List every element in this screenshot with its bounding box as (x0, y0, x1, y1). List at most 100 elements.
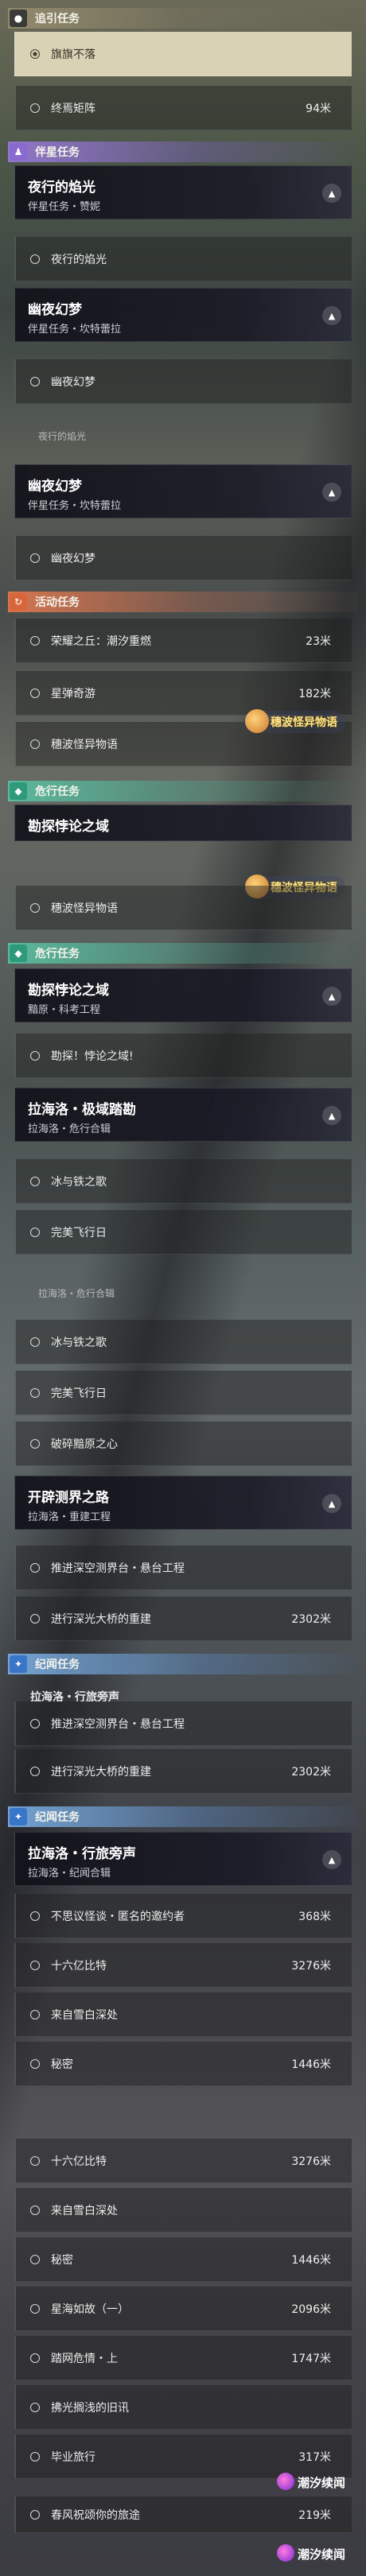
objective-text: 荣耀之丘：潮汐重燃 (51, 634, 151, 648)
objective-row[interactable]: 完美飞行日 (14, 1371, 352, 1415)
objective-row[interactable]: 幽夜幻梦 (14, 536, 352, 580)
objective-row[interactable]: 不思议怪谈・匿名的邀约者 368米 (14, 1894, 352, 1938)
task-subtitle: 黯原・科考工程 (28, 1004, 101, 1016)
radio-circle-icon (30, 739, 40, 749)
objective-row[interactable]: 星弹奇游 182米 (14, 671, 352, 716)
objective-row[interactable]: 幽夜幻梦 (14, 359, 352, 404)
task-card[interactable]: 开辟测界之路 拉海洛・重建工程 ▲ (14, 1476, 352, 1530)
task-card[interactable]: 勘探悖论之域 黯原・科考工程 ▲ (14, 968, 352, 1022)
objective-row[interactable]: 穗波怪异物语 (14, 886, 352, 930)
objective-row[interactable]: 秘密 1446米 (14, 2042, 352, 2086)
task-subtitle: 拉海洛・危行合辑 (28, 1123, 111, 1135)
task-title: 拉海洛・行旅旁声 (28, 1846, 136, 1862)
radio-circle-icon (30, 2254, 40, 2264)
objective-row[interactable]: 进行深光大桥的重建 2302米 (14, 1596, 352, 1641)
category-header-risk[interactable]: ◆ 危行任务 (8, 781, 358, 801)
objective-text: 穗波怪异物语 (51, 738, 118, 751)
objective-row[interactable]: 来自雪白深处 (14, 1992, 352, 2037)
objective-text: 进行深光大桥的重建 (51, 1612, 151, 1626)
chevron-up-icon[interactable]: ▲ (322, 483, 341, 502)
task-subtitle: 拉海洛・重建工程 (28, 1511, 111, 1523)
objective-text: 毕业旅行 (51, 2450, 95, 2464)
objective-text: 来自雪白深处 (51, 2008, 118, 2022)
chevron-up-icon[interactable]: ▲ (322, 1850, 341, 1869)
objective-row[interactable]: 星海如故（一） 2096米 (14, 2287, 352, 2331)
category-header-event[interactable]: ↻ 活动任务 (8, 592, 358, 612)
category-header-risk[interactable]: ◆ 危行任务 (8, 943, 358, 964)
task-card[interactable]: 勘探悖论之域 (14, 805, 352, 841)
task-card[interactable]: 拉海洛・行旅旁声 拉海洛・纪闻合辑 ▲ (14, 1832, 352, 1886)
objective-row[interactable]: 破碎黯原之心 (14, 1422, 352, 1466)
category-label: 追引任务 (35, 13, 80, 25)
objective-row[interactable]: 踏网危情・上 1747米 (14, 2336, 352, 2380)
objective-row[interactable]: 十六亿比特 3276米 (14, 2139, 352, 2183)
chevron-up-icon[interactable]: ▲ (322, 184, 341, 203)
objective-row[interactable]: 推进深空测界台・悬台工程 (14, 1701, 352, 1746)
objective-row[interactable]: 冰与铁之歌 (14, 1320, 352, 1364)
watermark-text: 穗波怪异物语 (271, 716, 337, 729)
objective-row[interactable]: 勘探！悖论之域! (14, 1034, 352, 1078)
task-title: 幽夜幻梦 (28, 302, 82, 318)
chevron-up-icon[interactable]: ▲ (322, 987, 341, 1006)
chevron-up-icon[interactable]: ▲ (322, 1494, 341, 1513)
person-icon: ♟ (10, 143, 27, 161)
objective-row[interactable]: 荣耀之丘：潮汐重燃 23米 (14, 619, 352, 663)
objective-text: 星海如故（一） (51, 2302, 129, 2316)
task-card[interactable]: 幽夜幻梦 伴星任务・坎特蕾拉 ▲ (14, 288, 352, 342)
radio-circle-icon (30, 1438, 40, 1449)
radio-circle-icon (30, 1050, 40, 1061)
objective-row[interactable]: 进行深光大桥的重建 2302米 (14, 1749, 352, 1794)
objective-distance: 2096米 (291, 2302, 331, 2316)
objective-text: 完美飞行日 (51, 1226, 107, 1240)
category-header-companion[interactable]: ♟ 伴星任务 (8, 142, 358, 162)
objective-row[interactable]: 春风祝颂你的旅途 219米 (14, 2496, 352, 2533)
objective-text: 完美飞行日 (51, 1387, 107, 1400)
objective-row[interactable]: 冰与铁之歌 (14, 1159, 352, 1204)
objective-text: 进行深光大桥的重建 (51, 1765, 151, 1779)
objective-distance: 2302米 (291, 1612, 331, 1626)
category-header-chronicle[interactable]: ✦ 纪闻任务 (8, 1806, 358, 1827)
location-pin-icon: ● (10, 10, 27, 27)
chevron-up-icon[interactable]: ▲ (322, 1106, 341, 1125)
task-title: 开辟测界之路 (28, 1490, 109, 1506)
quest-tracker-long-screenshot: ● 追引任务 旗旗不落 终焉矩阵 94米 ♟ 伴星任务 夜行的焰光 伴星任务・赞… (0, 0, 366, 2576)
task-card[interactable]: 夜行的焰光 伴星任务・赞妮 ▲ (14, 165, 352, 219)
objective-text: 夜行的焰光 (51, 253, 107, 266)
objective-row[interactable]: 推进深空测界台・悬台工程 (14, 1546, 352, 1590)
objective-row[interactable]: 秘密 1446米 (14, 2237, 352, 2282)
objective-text: 十六亿比特 (51, 1959, 107, 1973)
task-card[interactable]: 拉海洛・极域踏勘 拉海洛・危行合辑 ▲ (14, 1088, 352, 1142)
radio-circle-icon (30, 2353, 40, 2363)
objective-row[interactable]: 夜行的焰光 (14, 237, 352, 281)
radio-circle-icon (30, 2303, 40, 2314)
objective-row[interactable]: 来自雪白深处 (14, 2188, 352, 2233)
category-header-guide[interactable]: ● 追引任务 (8, 8, 358, 29)
objective-text: 冰与铁之歌 (51, 1336, 107, 1349)
objective-text: 推进深空测界台・悬台工程 (51, 1562, 185, 1575)
radio-circle-icon (30, 48, 40, 59)
mascot-icon (245, 709, 269, 733)
objective-distance: 317米 (298, 2450, 331, 2464)
radio-circle-icon (30, 2058, 40, 2069)
task-subtitle: 拉海洛・纪闻合辑 (28, 1868, 111, 1880)
objective-text: 不思议怪谈・匿名的邀约者 (51, 1910, 185, 1923)
objective-text: 终焉矩阵 (51, 102, 95, 115)
radio-circle-icon (30, 1387, 40, 1398)
objective-row[interactable]: 终焉矩阵 94米 (14, 86, 352, 130)
task-subtitle: 伴星任务・坎特蕾拉 (28, 324, 122, 336)
objective-row[interactable]: 拂光搁浅的旧讯 (14, 2385, 352, 2430)
objective-row[interactable]: 完美飞行日 (14, 1210, 352, 1255)
chevron-up-icon[interactable]: ▲ (322, 306, 341, 325)
radio-circle-icon (30, 1613, 40, 1624)
objective-row[interactable]: 旗旗不落 (14, 32, 352, 76)
objective-distance: 1747米 (291, 2352, 331, 2365)
task-subtitle: 伴星任务・坎特蕾拉 (28, 500, 122, 512)
event-watermark-badge: 穗波怪异物语 (243, 709, 345, 733)
radio-circle-icon (30, 2451, 40, 2462)
radio-circle-icon (30, 1766, 40, 1776)
category-header-chronicle[interactable]: ✦ 纪闻任务 (8, 1654, 358, 1674)
objective-text: 春风祝颂你的旅途 (51, 2508, 140, 2522)
objective-text: 踏网危情・上 (51, 2352, 118, 2365)
task-card[interactable]: 幽夜幻梦 伴星任务・坎特蕾拉 ▲ (14, 464, 352, 518)
objective-row[interactable]: 十六亿比特 3276米 (14, 1943, 352, 1988)
